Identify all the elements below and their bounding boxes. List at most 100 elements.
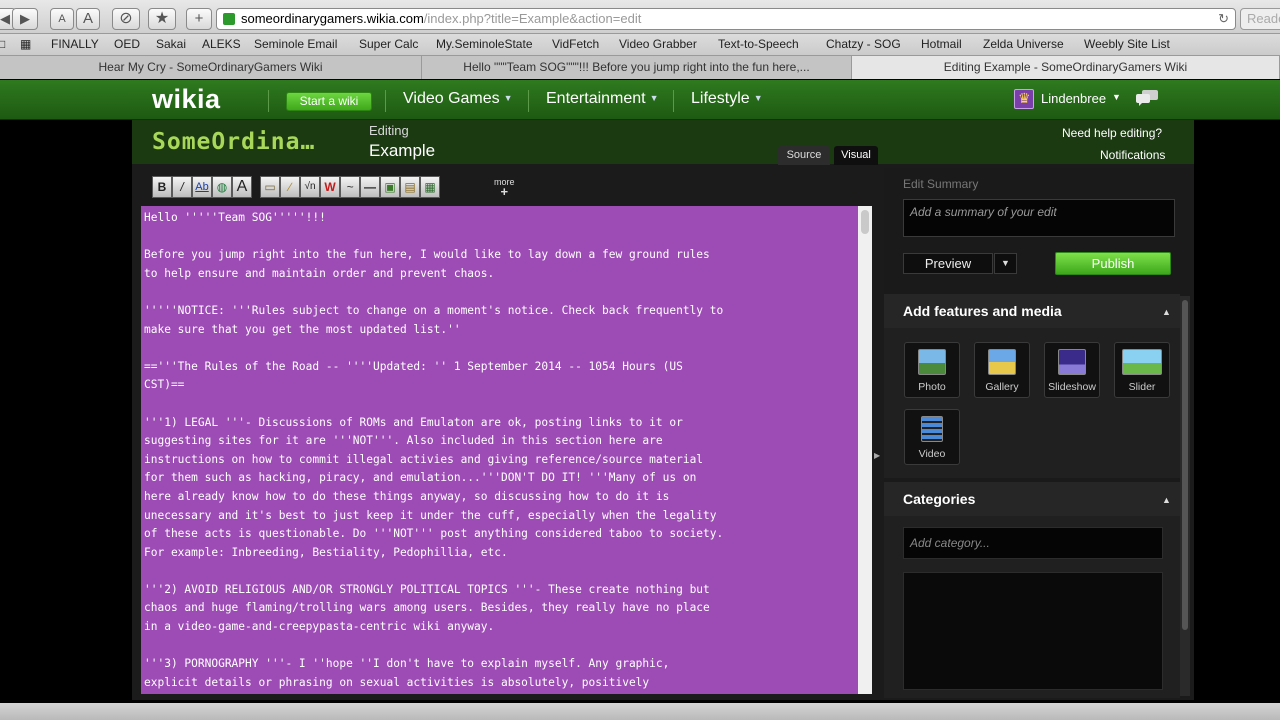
more-tools-button[interactable]: more + <box>494 177 515 198</box>
bookmark-item[interactable]: Zelda Universe <box>983 37 1064 51</box>
horizontal-line-icon[interactable]: — <box>360 176 380 198</box>
headline-icon[interactable]: A <box>232 176 252 198</box>
editing-label: Editing <box>369 123 409 138</box>
stop-button[interactable]: ⊘ <box>112 8 140 30</box>
new-tab-button[interactable]: + <box>186 8 212 30</box>
signature-icon[interactable]: ∕ <box>280 176 300 198</box>
favicon-icon <box>223 13 235 25</box>
publish-button[interactable]: Publish <box>1055 252 1171 275</box>
media-label: Video <box>918 448 946 460</box>
chat-icon[interactable] <box>1134 89 1160 107</box>
italic-icon[interactable]: / <box>172 176 192 198</box>
media-label: Slider <box>1128 381 1156 393</box>
gallery-icon[interactable]: ▣ <box>380 176 400 198</box>
edit-toolbar: B / Ab ◍ A ▭ ∕ √n W ~ — ▣ ▤ ▦ <box>152 176 486 200</box>
wikitext-content[interactable]: Hello '''''Team SOG'''''!!! Before you j… <box>141 206 858 694</box>
nav-menu-entertainment[interactable]: Entertainment ▼ <box>546 90 659 108</box>
chevron-down-icon: ▼ <box>753 93 763 103</box>
page-title: Example <box>369 141 436 160</box>
bookmark-item[interactable]: Seminole Email <box>254 37 337 51</box>
signature-pen-icon[interactable]: ~ <box>340 176 360 198</box>
tab-source[interactable]: Source <box>778 146 830 165</box>
editor-scrollbar-thumb[interactable] <box>861 210 869 234</box>
reader-button[interactable]: Reader <box>1240 8 1280 30</box>
browser-tab-active[interactable]: Editing Example - SomeOrdinaryGamers Wik… <box>852 56 1280 79</box>
help-editing-link[interactable]: Need help editing? <box>1062 126 1162 140</box>
media-label: Photo <box>918 381 946 393</box>
bookmark-item[interactable]: Hotmail <box>921 37 962 51</box>
media-label: Gallery <box>985 381 1019 393</box>
external-link-icon[interactable]: ◍ <box>212 176 232 198</box>
reload-icon[interactable]: ↻ <box>1218 9 1229 29</box>
chevron-down-icon[interactable]: ▼ <box>994 253 1017 274</box>
nav-menu-label: Lifestyle <box>691 90 750 107</box>
browser-status-bar <box>0 703 1280 720</box>
edit-summary-input[interactable]: Add a summary of your edit <box>903 199 1175 237</box>
bookmark-item[interactable]: Sakai <box>156 37 186 51</box>
bookmark-item[interactable]: ALEKS <box>202 37 241 51</box>
add-category-input[interactable]: Add category... <box>903 527 1163 559</box>
username-link[interactable]: Lindenbree <box>1041 91 1106 106</box>
wikitext-editor[interactable]: Hello '''''Team SOG'''''!!! Before you j… <box>141 206 858 694</box>
browser-tab[interactable]: Hello """Team SOG"""!!! Before you jump … <box>422 56 852 79</box>
bold-icon[interactable]: B <box>152 176 172 198</box>
text-bigger-button[interactable]: A <box>76 8 100 30</box>
bookmark-item[interactable]: Text-to-Speech <box>718 37 799 51</box>
add-slideshow-button[interactable]: Slideshow <box>1044 342 1100 398</box>
wikia-logo[interactable]: wikia <box>152 84 221 115</box>
image-icon[interactable]: ▭ <box>260 176 280 198</box>
collapse-icon[interactable]: ▲ <box>1162 495 1171 505</box>
tab-strip: Hear My Cry - SomeOrdinaryGamers Wiki He… <box>0 56 1280 79</box>
link-icon[interactable]: Ab <box>192 176 212 198</box>
start-wiki-button[interactable]: Start a wiki <box>286 92 372 111</box>
bookmark-item[interactable]: Weebly Site List <box>1084 37 1170 51</box>
rail-toggle-icon[interactable]: ▶ <box>874 451 880 460</box>
nav-divider <box>528 90 529 112</box>
nav-menu-video-games[interactable]: Video Games ▼ <box>403 90 513 108</box>
bookmark-item[interactable]: My.SeminoleState <box>436 37 533 51</box>
add-slider-button[interactable]: Slider <box>1114 342 1170 398</box>
preview-button[interactable]: Preview <box>903 253 993 274</box>
text-smaller-button[interactable]: A <box>50 8 74 30</box>
rail-scrollbar-thumb[interactable] <box>1182 300 1188 630</box>
bookmark-star-button[interactable]: ★ <box>148 8 176 30</box>
tab-visual[interactable]: Visual <box>834 146 878 165</box>
add-gallery-button[interactable]: Gallery <box>974 342 1030 398</box>
bookmarks-bar: □ ▦ FINALLY OED Sakai ALEKS Seminole Ema… <box>0 34 1280 56</box>
forward-button[interactable]: ▶ <box>12 8 38 30</box>
bookmark-item[interactable]: Super Calc <box>359 37 418 51</box>
nav-divider <box>673 90 674 112</box>
editor-scrollbar[interactable] <box>858 206 872 694</box>
chevron-down-icon[interactable]: ▼ <box>1112 92 1121 102</box>
template-icon[interactable]: ▤ <box>400 176 420 198</box>
bookmark-item[interactable]: Chatzy - SOG <box>826 37 901 51</box>
notifications-link[interactable]: Notifications <box>1100 148 1165 162</box>
add-photo-button[interactable]: Photo <box>904 342 960 398</box>
url-host: someordinarygamers.wikia.com <box>241 11 424 26</box>
bookmark-item[interactable]: FINALLY <box>51 37 99 51</box>
wiki-name[interactable]: SomeOrdina… <box>152 129 315 155</box>
nowiki-icon[interactable]: W <box>320 176 340 198</box>
bookmarks-book-icon[interactable]: □ <box>0 37 5 51</box>
browser-tab[interactable]: Hear My Cry - SomeOrdinaryGamers Wiki <box>0 56 422 79</box>
slideshow-icon <box>1058 349 1086 375</box>
top-sites-icon[interactable]: ▦ <box>20 37 31 51</box>
categories-section-title: Categories <box>903 491 976 507</box>
url-input[interactable]: someordinarygamers.wikia.com/index.php?t… <box>216 8 1236 30</box>
category-list <box>903 572 1163 690</box>
nav-menu-lifestyle[interactable]: Lifestyle ▼ <box>691 90 763 108</box>
wikia-global-nav: wikia Start a wiki Video Games ▼ Entertai… <box>0 80 1280 120</box>
bookmark-item[interactable]: OED <box>114 37 140 51</box>
bookmark-item[interactable]: VidFetch <box>552 37 599 51</box>
math-icon[interactable]: √n <box>300 176 320 198</box>
browser-toolbar: ◀ ▶ A A ⊘ ★ + someordinarygamers.wikia.c… <box>0 0 1280 34</box>
add-video-button[interactable]: Video <box>904 409 960 465</box>
photo-icon <box>918 349 946 375</box>
url-path: /index.php?title=Example&action=edit <box>423 11 642 26</box>
chevron-down-icon: ▼ <box>649 93 659 103</box>
bookmark-item[interactable]: Video Grabber <box>619 37 697 51</box>
table-icon[interactable]: ▦ <box>420 176 440 198</box>
video-icon <box>921 416 943 442</box>
avatar[interactable] <box>1014 89 1034 109</box>
collapse-icon[interactable]: ▲ <box>1162 307 1171 317</box>
